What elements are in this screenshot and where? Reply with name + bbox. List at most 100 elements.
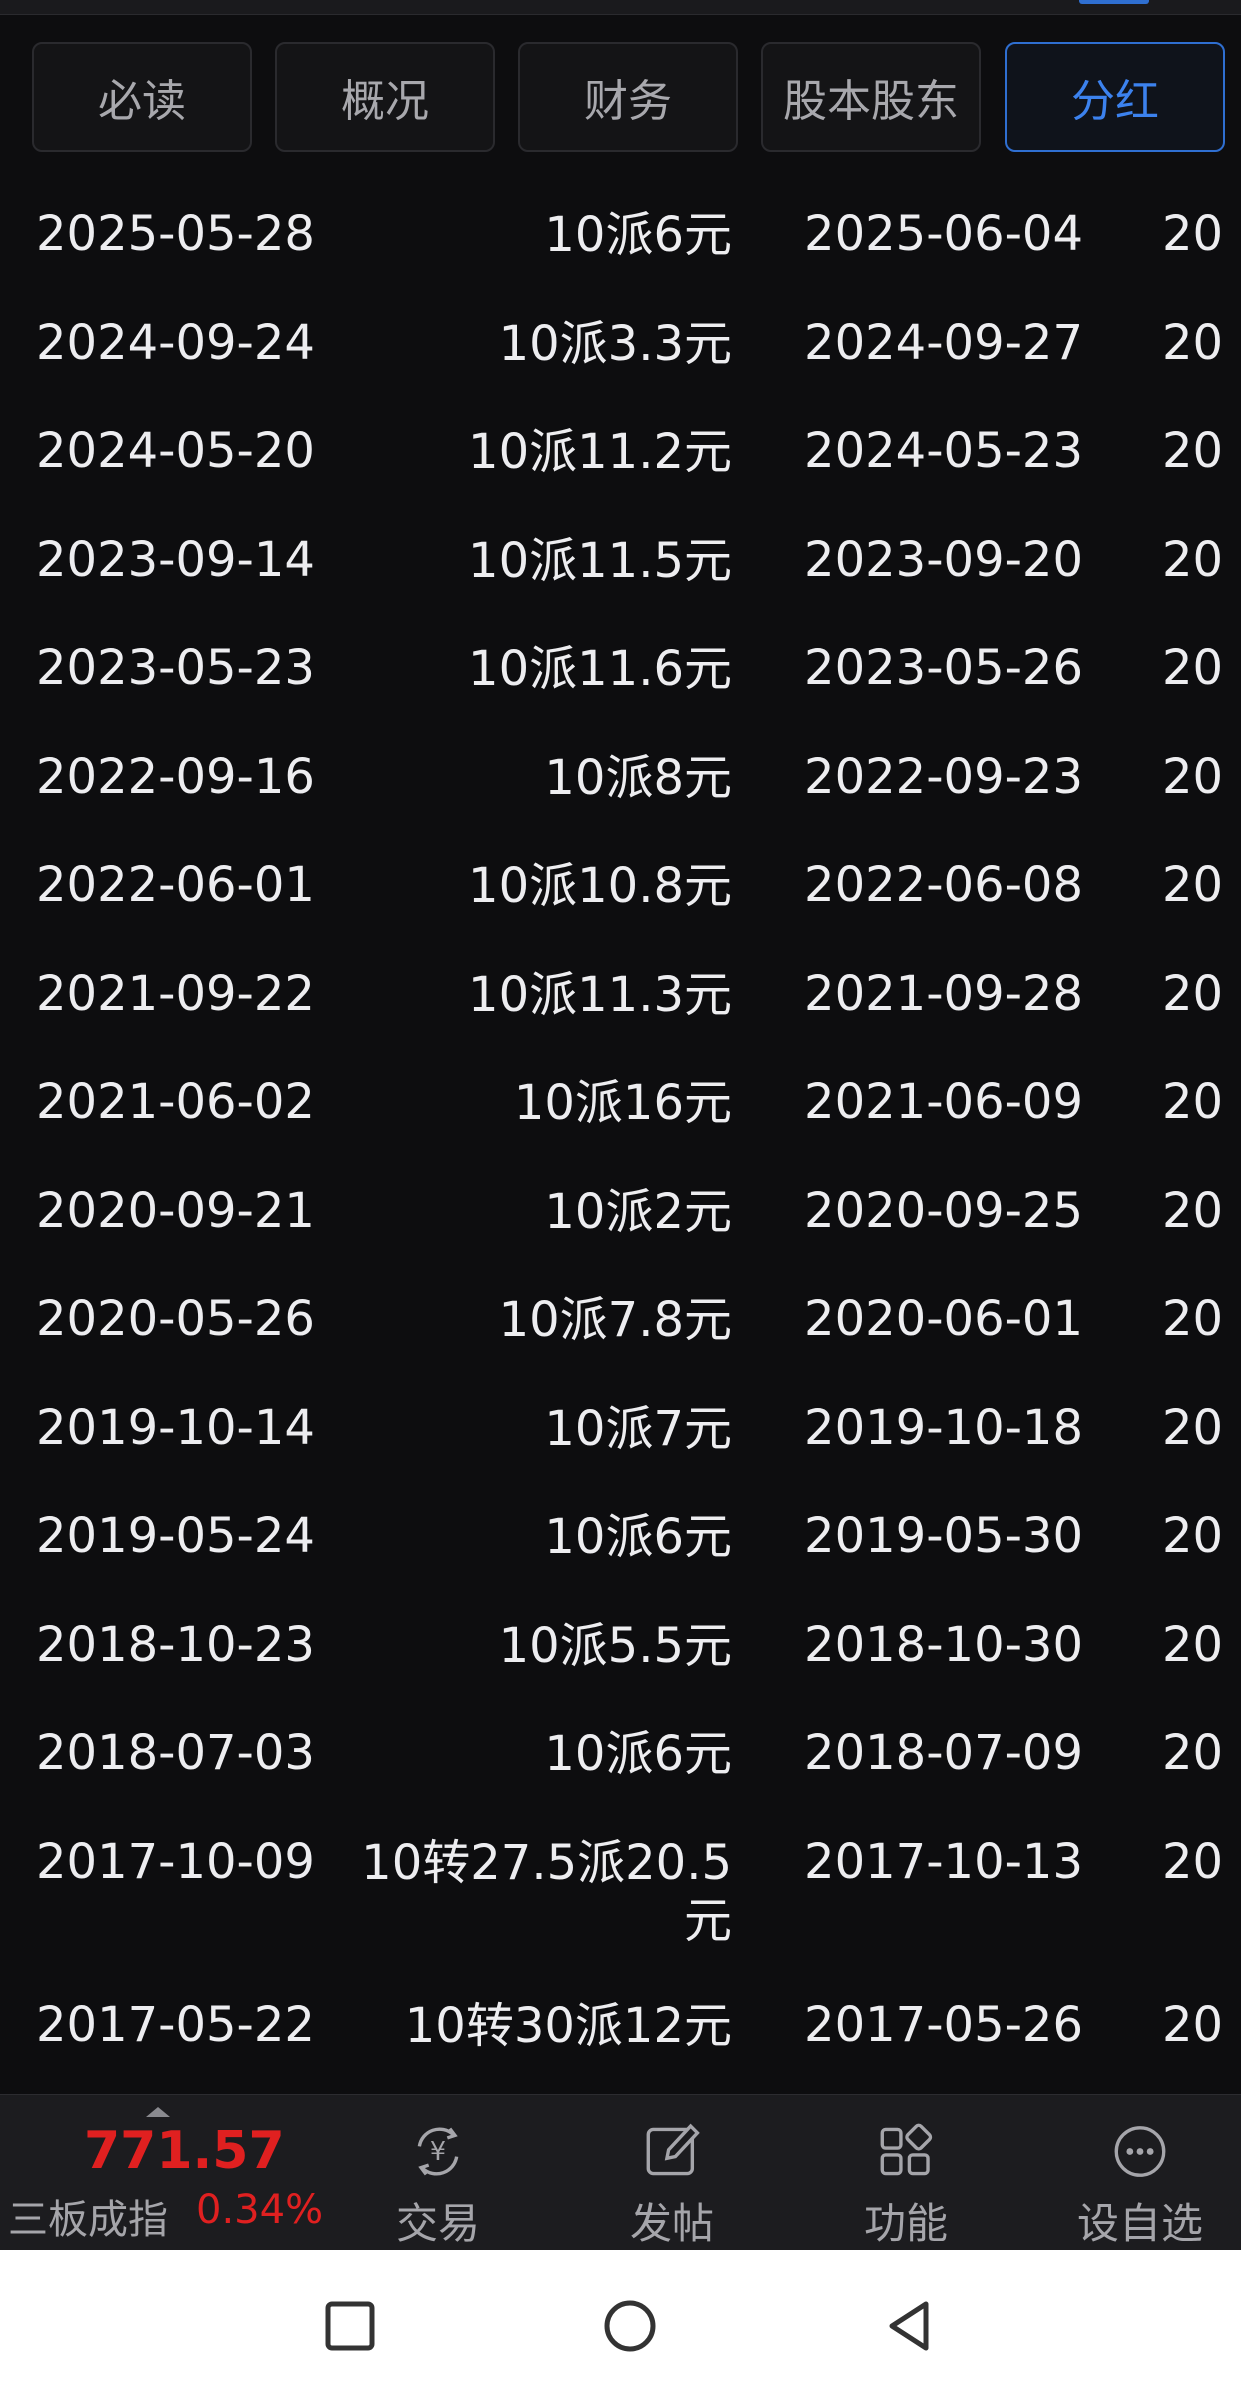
table-row[interactable]: 2022-06-01 10派10.8元 2022-06-08 20 [0, 839, 1241, 948]
dividend-plan: 10派11.5元 [468, 532, 732, 589]
table-row[interactable]: 2018-10-23 10派5.5元 2018-10-30 20 [0, 1599, 1241, 1708]
truncated-column: 20 [1162, 1725, 1224, 1781]
ex-date: 2024-09-27 [804, 314, 1083, 371]
table-row[interactable]: 2021-09-22 10派11.3元 2021-09-28 20 [0, 948, 1241, 1057]
ex-date: 2025-06-04 [804, 206, 1083, 262]
ex-date: 2020-09-25 [804, 1182, 1083, 1239]
table-row[interactable]: 2025-05-28 10派6元 2025-06-04 20 [0, 188, 1241, 297]
announce-date: 2025-05-28 [36, 206, 315, 262]
ex-date: 2023-09-20 [804, 531, 1083, 588]
ex-date: 2019-05-30 [804, 1508, 1083, 1564]
tab-required-reading[interactable]: 必读 [32, 42, 252, 152]
nav-functions-button[interactable]: 功能 [806, 2095, 1006, 2251]
tab-finance[interactable]: 财务 [518, 42, 738, 152]
truncated-column: 20 [1162, 857, 1224, 913]
bottom-nav-bar: 771.57 三板成指 0.34% ¥ 交易 发帖 功能 设自选 [0, 2094, 1241, 2251]
nav-watchlist-button[interactable]: 设自选 [1040, 2095, 1240, 2251]
table-row[interactable]: 2018-07-03 10派6元 2018-07-09 20 [0, 1707, 1241, 1816]
back-icon[interactable] [878, 2298, 942, 2354]
truncated-column: 20 [1162, 1182, 1224, 1239]
ex-date: 2021-06-09 [804, 1074, 1083, 1130]
announce-date: 2021-09-22 [36, 965, 315, 1022]
nav-label: 发帖 [629, 2199, 714, 2248]
announce-date: 2020-09-21 [36, 1182, 315, 1239]
index-change: 0.34% [196, 2187, 324, 2233]
compose-icon [646, 2123, 700, 2176]
caret-up-icon [146, 2107, 170, 2117]
table-row[interactable]: 2021-06-02 10派16元 2021-06-09 20 [0, 1056, 1241, 1165]
truncated-column: 20 [1162, 1074, 1224, 1130]
table-row[interactable]: 2017-05-22 10转30派12元 2017-05-26 20 [0, 1979, 1241, 2088]
trade-yen-icon: ¥ [417, 2127, 459, 2176]
dividend-plan: 10派6元 [544, 207, 732, 263]
table-row[interactable]: 2024-09-24 10派3.3元 2024-09-27 20 [0, 297, 1241, 406]
announce-date: 2024-05-20 [36, 423, 315, 479]
dividend-plan: 10派11.3元 [468, 966, 732, 1023]
dividend-plan: 10派3.3元 [498, 315, 732, 372]
nav-label: 设自选 [1076, 2199, 1203, 2248]
truncated-column: 20 [1162, 748, 1224, 805]
apps-grid-icon [880, 2123, 933, 2176]
dividend-plan: 10派16元 [513, 1075, 732, 1131]
table-row[interactable]: 2017-10-09 10转27.5派20.5元 2017-10-13 20 [0, 1816, 1241, 1979]
dividend-plan: 10转30派12元 [404, 1997, 732, 2054]
announce-date: 2022-06-01 [36, 857, 315, 913]
more-circle-icon [1114, 2126, 1166, 2177]
ex-date: 2017-10-13 [804, 1833, 1083, 1890]
dividend-plan: 10派6元 [544, 1509, 732, 1565]
home-icon[interactable] [598, 2298, 662, 2354]
table-row[interactable]: 2020-05-26 10派7.8元 2020-06-01 20 [0, 1273, 1241, 1382]
ex-date: 2018-07-09 [804, 1725, 1083, 1781]
ex-date: 2017-05-26 [804, 1996, 1083, 2053]
tab-shareholders[interactable]: 股本股东 [761, 42, 981, 152]
announce-date: 2019-05-24 [36, 1508, 315, 1564]
index-name: 三板成指 [8, 2197, 168, 2243]
table-row[interactable]: 2024-05-20 10派11.2元 2024-05-23 20 [0, 405, 1241, 514]
dividend-plan: 10转27.5派20.5元 [361, 1834, 732, 1949]
dividend-plan: 10派10.8元 [468, 858, 732, 914]
truncated-column: 20 [1162, 206, 1224, 262]
dividend-plan: 10派8元 [544, 749, 732, 806]
truncated-column: 20 [1162, 640, 1224, 696]
nav-label: 功能 [863, 2199, 948, 2248]
nav-trade-button[interactable]: ¥ 交易 [338, 2095, 538, 2251]
announce-date: 2020-05-26 [36, 1291, 315, 1347]
table-row[interactable]: 2022-09-16 10派8元 2022-09-23 20 [0, 731, 1241, 840]
table-row[interactable]: 2019-10-14 10派7元 2019-10-18 20 [0, 1382, 1241, 1491]
truncated-column: 20 [1162, 1399, 1224, 1456]
nav-post-button[interactable]: 发帖 [572, 2095, 772, 2251]
announce-date: 2024-09-24 [36, 314, 315, 371]
index-ticker[interactable]: 771.57 三板成指 0.34% [0, 2095, 330, 2251]
dividend-plan: 10派7元 [544, 1400, 732, 1457]
dividend-plan: 10派11.6元 [468, 641, 732, 697]
announce-date: 2023-09-14 [36, 531, 315, 588]
tab-dividends[interactable]: 分红 [1005, 42, 1225, 152]
dividend-table: 2025-05-28 10派6元 2025-06-04 20 2024-09-2… [0, 188, 1241, 2087]
tab-overview[interactable]: 概况 [275, 42, 495, 152]
announce-date: 2018-10-23 [36, 1616, 315, 1673]
truncated-column: 20 [1162, 531, 1224, 588]
truncated-column: 20 [1162, 965, 1224, 1022]
recent-apps-icon[interactable] [318, 2298, 382, 2354]
announce-date: 2017-05-22 [36, 1996, 315, 2053]
truncated-column: 20 [1162, 1508, 1224, 1564]
scroll-indicator [1079, 0, 1149, 4]
index-value: 771.57 [84, 2121, 285, 2181]
ex-date: 2022-09-23 [804, 748, 1083, 805]
truncated-column: 20 [1162, 423, 1224, 479]
dividend-plan: 10派5.5元 [498, 1617, 732, 1674]
table-row[interactable]: 2023-05-23 10派11.6元 2023-05-26 20 [0, 622, 1241, 731]
table-row[interactable]: 2020-09-21 10派2元 2020-09-25 20 [0, 1165, 1241, 1274]
truncated-column: 20 [1162, 1996, 1224, 2053]
announce-date: 2023-05-23 [36, 640, 315, 696]
ex-date: 2024-05-23 [804, 423, 1083, 479]
svg-text:¥: ¥ [430, 2136, 446, 2166]
table-row[interactable]: 2019-05-24 10派6元 2019-05-30 20 [0, 1490, 1241, 1599]
ex-date: 2022-06-08 [804, 857, 1083, 913]
truncated-column: 20 [1162, 1616, 1224, 1673]
table-row[interactable]: 2023-09-14 10派11.5元 2023-09-20 20 [0, 514, 1241, 623]
truncated-column: 20 [1162, 1833, 1224, 1890]
truncated-column: 20 [1162, 1291, 1224, 1347]
f10-tab-bar: 必读 概况 财务 股本股东 分红 [32, 42, 1228, 154]
ex-date: 2019-10-18 [804, 1399, 1083, 1456]
